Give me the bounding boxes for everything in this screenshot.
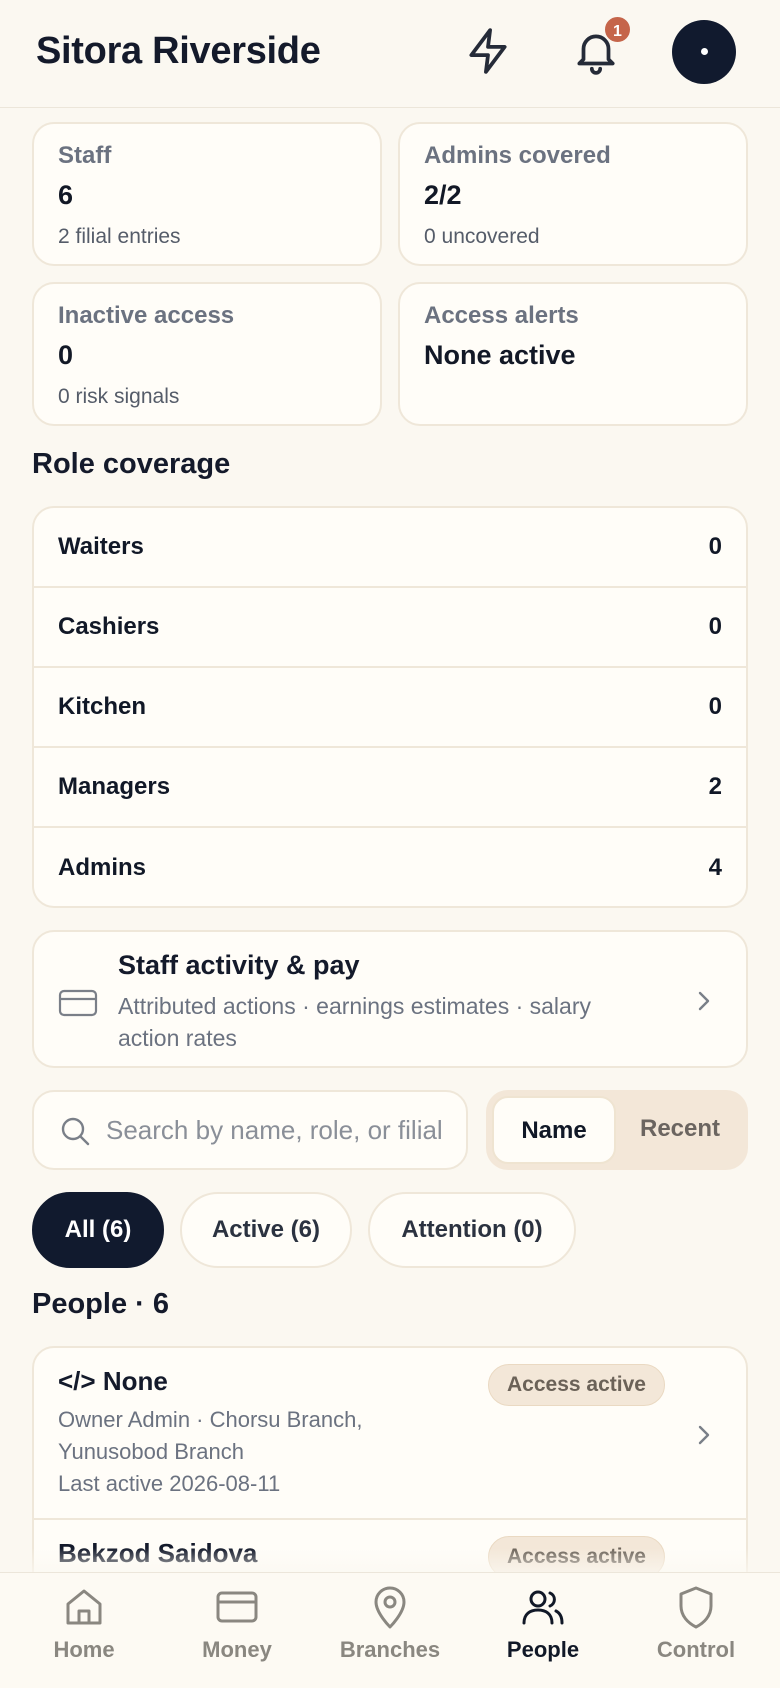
nav-item-control[interactable]: Control (636, 1583, 756, 1683)
stat-card-admins-covered: Admins covered 2/2 0 uncovered (398, 122, 748, 266)
people-list: </> None Owner Admin · Chorsu Branch, Yu… (32, 1346, 748, 1572)
people-title: People · 6 (32, 1288, 169, 1320)
search-icon (61, 1117, 90, 1146)
status-badge: Access active (488, 1364, 665, 1406)
stat-label: Inactive access (58, 302, 235, 329)
lightning-icon[interactable] (463, 26, 513, 76)
home-icon (66, 1589, 102, 1625)
card-icon (216, 1591, 258, 1623)
nav-item-people[interactable]: People (483, 1583, 603, 1683)
activity-description: Attributed actions · earnings estimates … (118, 993, 591, 1051)
role-name: Managers (58, 773, 171, 800)
role-name: Admins (58, 854, 147, 881)
avatar-dot (701, 48, 708, 55)
nav-item-money[interactable]: Money (177, 1583, 297, 1683)
search-input[interactable] (106, 1106, 456, 1154)
stat-value: 0 (58, 340, 74, 370)
nav-label: Control (656, 1637, 736, 1662)
filter-chip-active[interactable]: Active (6) (180, 1192, 352, 1268)
nav-label: Home (53, 1637, 115, 1662)
chevron-right-icon (698, 1425, 710, 1445)
role-count: 4 (708, 854, 722, 881)
stat-label: Admins covered (424, 142, 611, 169)
stat-sub: 0 risk signals (58, 385, 180, 408)
nav-label: Money (202, 1637, 272, 1662)
role-count: 2 (708, 773, 722, 800)
person-row[interactable]: </> None Owner Admin · Chorsu Branch, Yu… (34, 1348, 746, 1520)
stat-sub: 0 uncovered (424, 225, 540, 248)
role-name: Waiters (58, 533, 144, 560)
sort-recent-button[interactable]: Recent (618, 1096, 742, 1164)
role-coverage-title: Role coverage (32, 448, 231, 480)
stat-card-inactive-access: Inactive access 0 0 risk signals (32, 282, 382, 426)
role-row-kitchen: Kitchen 0 (34, 668, 746, 748)
nav-label: People (506, 1637, 580, 1662)
nav-label: Branches (339, 1637, 441, 1662)
person-name: </> None (58, 1366, 168, 1396)
sort-name-button[interactable]: Name (492, 1096, 616, 1164)
stat-sub: 2 filial entries (58, 225, 181, 248)
sort-toggle: Name Recent (486, 1090, 748, 1170)
stat-label: Staff (58, 142, 112, 169)
scroll-fade (0, 1548, 780, 1572)
page-title: Sitora Riverside (36, 30, 321, 72)
stat-card-staff: Staff 6 2 filial entries (32, 122, 382, 266)
stat-card-access-alerts: Access alerts None active (398, 282, 748, 426)
stat-value: 6 (58, 180, 74, 210)
activity-title: Staff activity & pay (118, 950, 360, 980)
filter-chip-attention[interactable]: Attention (0) (368, 1192, 576, 1268)
staff-activity-card[interactable]: Staff activity & pay Attributed actions … (32, 930, 748, 1068)
bottom-nav: Home Money Branches People Control (0, 1572, 780, 1688)
search-box[interactable] (32, 1090, 468, 1170)
person-meta: Owner Admin · Chorsu Branch, Yunusobod B… (58, 1404, 418, 1500)
person-role-branches: Owner Admin · Chorsu Branch, Yunusobod B… (58, 1407, 363, 1464)
role-count: 0 (708, 533, 722, 560)
map-pin-icon (374, 1586, 406, 1629)
person-last-active: Last active 2026-08-11 (58, 1471, 281, 1496)
main-content[interactable]: Staff 6 2 filial entries Admins covered … (0, 108, 780, 1572)
stat-value: 2/2 (424, 180, 462, 210)
chevron-right-icon (698, 991, 710, 1011)
role-row-managers: Managers 2 (34, 748, 746, 828)
nav-item-branches[interactable]: Branches (330, 1583, 450, 1683)
credit-card-icon (58, 989, 98, 1017)
notification-badge: 1 (603, 15, 632, 44)
stat-value: None active (424, 340, 576, 370)
stat-label: Access alerts (424, 302, 579, 329)
role-row-admins: Admins 4 (34, 828, 746, 906)
role-coverage-list: Waiters 0 Cashiers 0 Kitchen 0 Managers … (32, 506, 748, 908)
role-name: Kitchen (58, 693, 147, 720)
nav-item-home[interactable]: Home (24, 1583, 144, 1683)
filter-chip-all[interactable]: All (6) (32, 1192, 164, 1268)
role-count: 0 (708, 693, 722, 720)
role-row-cashiers: Cashiers 0 (34, 588, 746, 668)
app-header: Sitora Riverside 1 (0, 0, 780, 108)
avatar[interactable] (672, 20, 736, 84)
role-count: 0 (708, 613, 722, 640)
shield-icon (679, 1586, 713, 1629)
role-name: Cashiers (58, 613, 160, 640)
role-row-waiters: Waiters 0 (34, 508, 746, 588)
users-icon (522, 1590, 564, 1625)
